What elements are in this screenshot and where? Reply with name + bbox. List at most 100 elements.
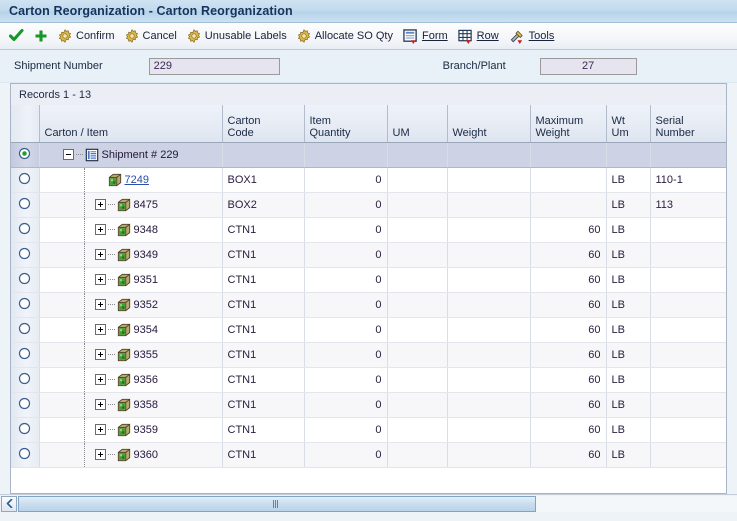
carton-item-cell[interactable]: 9355 (39, 342, 223, 368)
row-selector-cell[interactable] (11, 392, 40, 418)
weight-cell[interactable] (447, 167, 531, 193)
row-selector-cell[interactable] (11, 242, 40, 268)
carton-code-cell[interactable]: CTN1 (222, 367, 305, 393)
carton-code-cell[interactable]: CTN1 (222, 217, 305, 243)
wt-um-cell[interactable]: LB (606, 267, 651, 293)
row-selector-cell[interactable] (11, 367, 40, 393)
table-row[interactable]: Shipment # 229 (11, 142, 726, 168)
carton-item-cell[interactable]: 8475 (39, 192, 223, 218)
table-row[interactable]: 9359 CTN1 0 60 LB (11, 417, 726, 443)
row-selector-cell[interactable] (11, 167, 40, 193)
row-selector-cell[interactable] (11, 292, 40, 318)
maximum-weight-cell[interactable]: 60 (530, 217, 607, 243)
expand-expander-icon[interactable] (94, 249, 106, 260)
row-radio-button[interactable] (18, 247, 31, 263)
column-header-carton-item[interactable]: Carton / Item (39, 105, 223, 143)
um-cell[interactable] (387, 267, 448, 293)
serial-number-cell[interactable]: 110-1 (650, 167, 726, 193)
row-selector-cell[interactable] (11, 417, 40, 443)
row-radio-button[interactable] (18, 197, 31, 213)
row-radio-button[interactable] (18, 222, 31, 238)
table-row[interactable]: 9354 CTN1 0 60 LB (11, 317, 726, 343)
serial-number-cell[interactable] (650, 442, 726, 468)
serial-number-cell[interactable] (650, 242, 726, 268)
column-header-serial-number[interactable]: Serial Number (650, 105, 726, 143)
carton-code-cell[interactable] (222, 142, 305, 168)
wt-um-cell[interactable]: LB (606, 392, 651, 418)
serial-number-cell[interactable] (650, 142, 726, 168)
um-cell[interactable] (387, 317, 448, 343)
item-quantity-cell[interactable]: 0 (304, 442, 388, 468)
row-radio-button[interactable] (18, 272, 31, 288)
carton-code-cell[interactable]: CTN1 (222, 417, 305, 443)
column-header-carton-code[interactable]: Carton Code (222, 105, 305, 143)
expand-expander-icon[interactable] (94, 374, 106, 385)
wt-um-cell[interactable]: LB (606, 217, 651, 243)
carton-item-cell[interactable]: 9349 (39, 242, 223, 268)
table-row[interactable]: 9360 CTN1 0 60 LB (11, 442, 726, 468)
confirm-button[interactable]: Confirm (53, 25, 120, 47)
expand-expander-icon[interactable] (94, 449, 106, 460)
carton-item-cell[interactable]: 9352 (39, 292, 223, 318)
unusable-labels-button[interactable]: Unusable Labels (182, 25, 292, 47)
table-row[interactable]: 9356 CTN1 0 60 LB (11, 367, 726, 393)
weight-cell[interactable] (447, 392, 531, 418)
maximum-weight-cell[interactable]: 60 (530, 367, 607, 393)
carton-code-cell[interactable]: BOX2 (222, 192, 305, 218)
wt-um-cell[interactable]: LB (606, 367, 651, 393)
column-header-um[interactable]: UM (387, 105, 448, 143)
wt-um-cell[interactable] (606, 142, 651, 168)
um-cell[interactable] (387, 292, 448, 318)
tools-menu-button[interactable]: Tools (504, 25, 560, 47)
row-radio-button[interactable] (18, 347, 31, 363)
carton-code-cell[interactable]: CTN1 (222, 267, 305, 293)
item-quantity-cell[interactable]: 0 (304, 217, 388, 243)
item-quantity-cell[interactable]: 0 (304, 367, 388, 393)
form-menu-button[interactable]: Form (398, 25, 453, 47)
weight-cell[interactable] (447, 367, 531, 393)
row-radio-button[interactable] (18, 172, 31, 188)
serial-number-cell[interactable] (650, 392, 726, 418)
expand-expander-icon[interactable] (94, 399, 106, 410)
maximum-weight-cell[interactable]: 60 (530, 442, 607, 468)
maximum-weight-cell[interactable]: 60 (530, 342, 607, 368)
row-radio-button[interactable] (18, 322, 31, 338)
weight-cell[interactable] (447, 217, 531, 243)
um-cell[interactable] (387, 442, 448, 468)
carton-item-cell[interactable]: 9359 (39, 417, 223, 443)
wt-um-cell[interactable]: LB (606, 442, 651, 468)
maximum-weight-cell[interactable]: 60 (530, 292, 607, 318)
weight-cell[interactable] (447, 292, 531, 318)
expand-expander-icon[interactable] (94, 274, 106, 285)
carton-code-cell[interactable]: CTN1 (222, 292, 305, 318)
row-radio-button[interactable] (18, 447, 31, 463)
item-quantity-cell[interactable]: 0 (304, 267, 388, 293)
item-quantity-cell[interactable] (304, 142, 388, 168)
wt-um-cell[interactable]: LB (606, 192, 651, 218)
um-cell[interactable] (387, 242, 448, 268)
table-row[interactable]: 9355 CTN1 0 60 LB (11, 342, 726, 368)
maximum-weight-cell[interactable]: 60 (530, 267, 607, 293)
carton-item-label[interactable]: 7249 (125, 174, 149, 186)
column-header-maximum-weight[interactable]: Maximum Weight (530, 105, 607, 143)
expand-expander-icon[interactable] (94, 199, 106, 210)
weight-cell[interactable] (447, 442, 531, 468)
scroll-left-button[interactable] (1, 495, 17, 512)
item-quantity-cell[interactable]: 0 (304, 417, 388, 443)
weight-cell[interactable] (447, 342, 531, 368)
serial-number-cell[interactable] (650, 342, 726, 368)
scrollbar-track[interactable] (18, 495, 737, 512)
row-radio-button[interactable] (18, 422, 31, 438)
row-selector-cell[interactable] (11, 267, 40, 293)
row-selector-cell[interactable] (11, 142, 40, 168)
table-row[interactable]: 9348 CTN1 0 60 LB (11, 217, 726, 243)
um-cell[interactable] (387, 192, 448, 218)
weight-cell[interactable] (447, 242, 531, 268)
carton-item-cell[interactable]: 9360 (39, 442, 223, 468)
carton-item-cell[interactable]: 9351 (39, 267, 223, 293)
column-header-weight[interactable]: Weight (447, 105, 531, 143)
expand-expander-icon[interactable] (94, 299, 106, 310)
row-selector-cell[interactable] (11, 342, 40, 368)
item-quantity-cell[interactable]: 0 (304, 342, 388, 368)
row-selector-cell[interactable] (11, 442, 40, 468)
